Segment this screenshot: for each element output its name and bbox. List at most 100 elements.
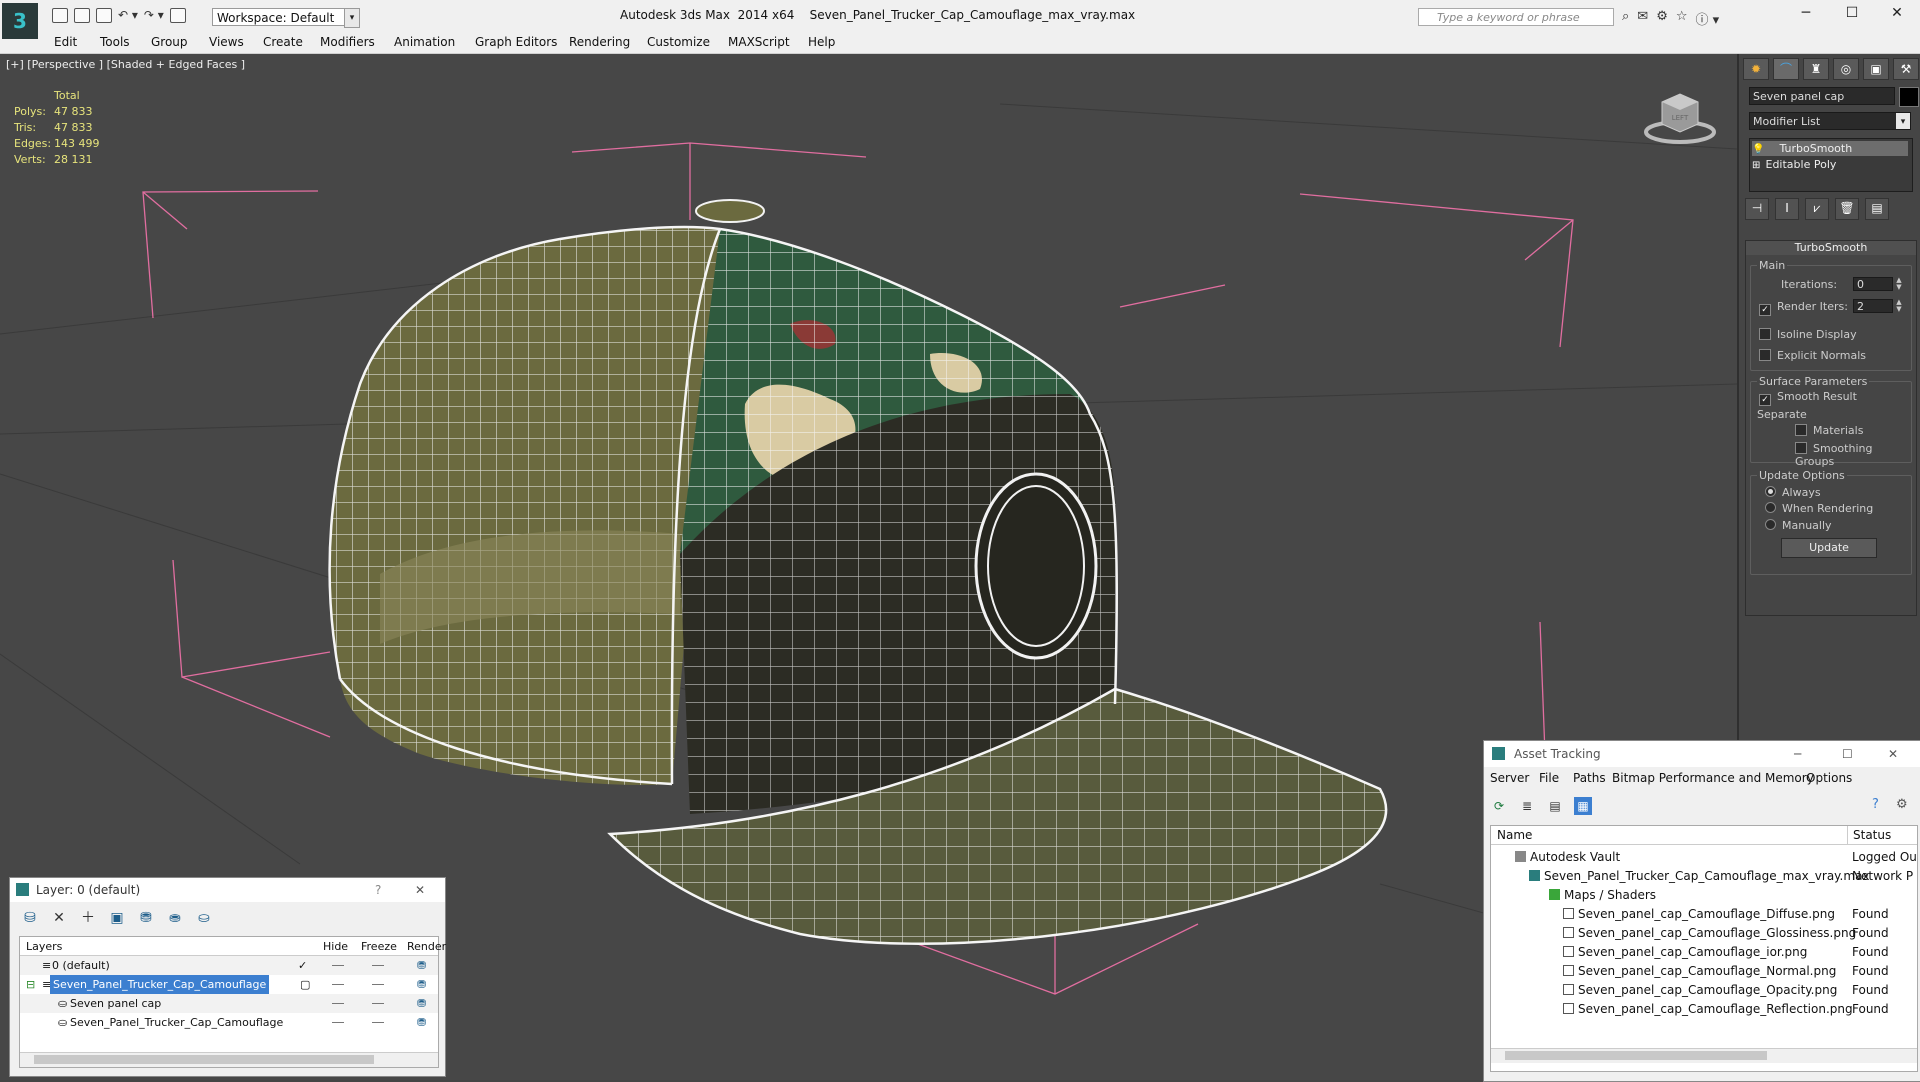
asset-menu-server[interactable]: Server bbox=[1490, 771, 1529, 785]
object-name-field[interactable]: Seven panel cap bbox=[1749, 87, 1895, 105]
materials-checkbox[interactable]: Materials bbox=[1795, 424, 1863, 437]
asset-row[interactable]: Seven_panel_cap_Camouflage_Reflection.pn… bbox=[1491, 1000, 1917, 1019]
binoculars-icon[interactable]: ⌕ bbox=[1622, 9, 1629, 28]
menu-maxscript[interactable]: MAXScript bbox=[728, 35, 790, 49]
rollout-title[interactable]: TurboSmooth bbox=[1746, 241, 1916, 255]
stack-item-turbosmooth[interactable]: 💡 TurboSmooth bbox=[1752, 141, 1908, 156]
asset-window-title-bar[interactable]: Asset Tracking ─ ☐ ✕ bbox=[1484, 741, 1920, 767]
configure-sets-icon[interactable]: ▤ bbox=[1865, 198, 1889, 220]
render-teapot-icon[interactable]: ⛃ bbox=[417, 994, 426, 1013]
open-file-icon[interactable] bbox=[74, 8, 90, 23]
scrollbar-thumb[interactable] bbox=[34, 1055, 374, 1064]
show-end-result-icon[interactable]: Ⅰ bbox=[1775, 198, 1799, 220]
manually-radio[interactable]: Manually bbox=[1765, 519, 1832, 532]
object-color-swatch[interactable] bbox=[1899, 87, 1919, 107]
freeze-all-layers-icon[interactable]: ⛀ bbox=[194, 908, 214, 928]
smoothing-groups-checkbox[interactable]: Smoothing Groups bbox=[1795, 442, 1911, 468]
asset-close-button[interactable]: ✕ bbox=[1888, 741, 1898, 767]
asset-menu-bitmap[interactable]: Bitmap Performance and Memory bbox=[1612, 771, 1814, 785]
workspace-expand-button[interactable]: ▾ bbox=[344, 8, 360, 28]
add-to-layer-icon[interactable]: ＋ bbox=[78, 908, 98, 928]
lightbulb-icon[interactable]: 💡 bbox=[1752, 142, 1764, 157]
redo-icon[interactable]: ↷ ▾ bbox=[144, 8, 164, 23]
menu-modifiers[interactable]: Modifiers bbox=[320, 35, 375, 49]
expand-icon[interactable]: ⊞ bbox=[1752, 158, 1762, 173]
add-selection-icon[interactable]: ▢ bbox=[300, 975, 310, 994]
workspace-dropdown[interactable]: Workspace: Default▾ bbox=[212, 8, 356, 26]
save-file-icon[interactable] bbox=[96, 8, 112, 23]
hide-all-layers-icon[interactable]: ⛂ bbox=[165, 908, 185, 928]
refresh-icon[interactable]: ⟳ bbox=[1490, 797, 1508, 815]
remove-modifier-icon[interactable]: 🗑 bbox=[1835, 198, 1859, 220]
scrollbar-thumb[interactable] bbox=[1505, 1051, 1767, 1060]
render-teapot-icon[interactable]: ⛃ bbox=[417, 1013, 426, 1032]
column-hide[interactable]: Hide bbox=[323, 940, 348, 953]
list-view-icon[interactable]: ≣ bbox=[1518, 797, 1536, 815]
iterations-spin-arrows[interactable]: ▲ ▼ bbox=[1894, 277, 1904, 291]
layer-window-title-bar[interactable]: Layer: 0 (default) ? ✕ bbox=[10, 878, 445, 902]
motion-tab-icon[interactable]: ◎ bbox=[1833, 58, 1859, 80]
pin-stack-icon[interactable]: ⊣ bbox=[1745, 198, 1769, 220]
render-teapot-icon[interactable]: ⛃ bbox=[417, 975, 426, 994]
asset-row[interactable]: Seven_panel_cap_Camouflage_Diffuse.png Fo… bbox=[1491, 905, 1917, 924]
column-layers[interactable]: Layers bbox=[26, 940, 62, 953]
search-input[interactable]: Type a keyword or phrase bbox=[1418, 8, 1614, 26]
new-file-icon[interactable] bbox=[52, 8, 68, 23]
asset-minimize-button[interactable]: ─ bbox=[1794, 741, 1801, 767]
help-icon[interactable]: ⓘ ▾ bbox=[1696, 9, 1720, 28]
layer-name[interactable]: 0 (default) bbox=[52, 956, 110, 975]
asset-row[interactable]: Seven_panel_cap_Camouflage_Opacity.png Fo… bbox=[1491, 981, 1917, 1000]
menu-edit[interactable]: Edit bbox=[54, 35, 77, 49]
object-name[interactable]: Seven panel cap bbox=[70, 994, 161, 1013]
when-rendering-radio[interactable]: When Rendering bbox=[1765, 502, 1873, 515]
highlight-layer-icon[interactable]: ⛃ bbox=[136, 908, 156, 928]
asset-menu-file[interactable]: File bbox=[1539, 771, 1559, 785]
expand-icon[interactable]: ⊟ bbox=[26, 975, 35, 994]
render-teapot-icon[interactable]: ⛃ bbox=[417, 956, 426, 975]
undo-icon[interactable]: ↶ ▾ bbox=[118, 8, 138, 23]
utilities-tab-icon[interactable]: ⚒ bbox=[1893, 58, 1919, 80]
app-logo-button[interactable]: 3 bbox=[2, 3, 38, 39]
modifier-list-dropdown[interactable]: Modifier List ▾ bbox=[1749, 112, 1911, 130]
menu-graph-editors[interactable]: Graph Editors bbox=[475, 35, 557, 49]
explicit-normals-checkbox[interactable]: Explicit Normals bbox=[1759, 349, 1866, 362]
delete-layer-icon[interactable]: ✕ bbox=[49, 908, 69, 928]
viewcube[interactable]: LEFT bbox=[1640, 88, 1720, 148]
render-iters-spinner[interactable]: 2 bbox=[1853, 299, 1893, 313]
object-name[interactable]: Seven_Panel_Trucker_Cap_Camouflage bbox=[70, 1013, 283, 1032]
update-button[interactable]: Update bbox=[1781, 538, 1877, 558]
column-status[interactable]: Status bbox=[1853, 828, 1891, 842]
iterations-spinner[interactable]: 0 bbox=[1853, 277, 1893, 291]
create-layer-icon[interactable]: ⛁ bbox=[20, 908, 40, 928]
render-iters-spin-arrows[interactable]: ▲ ▼ bbox=[1894, 299, 1904, 313]
asset-maximize-button[interactable]: ☐ bbox=[1842, 741, 1853, 767]
asset-menu-options[interactable]: Options bbox=[1806, 771, 1852, 785]
layer-row[interactable]: ⊟ ≡ Seven_Panel_Trucker_Cap_Camouflage ▢… bbox=[20, 975, 438, 994]
smooth-result-checkbox[interactable]: ✓ Smooth Result bbox=[1759, 390, 1857, 406]
select-in-layer-icon[interactable]: ▣ bbox=[107, 908, 127, 928]
stack-item-editable-poly[interactable]: ⊞ Editable Poly bbox=[1752, 157, 1908, 172]
menu-views[interactable]: Views bbox=[209, 35, 244, 49]
asset-row[interactable]: Seven_Panel_Trucker_Cap_Camouflage_max_v… bbox=[1491, 867, 1917, 886]
make-unique-icon[interactable]: ⩗ bbox=[1805, 198, 1829, 220]
menu-customize[interactable]: Customize bbox=[647, 35, 710, 49]
layer-name[interactable]: Seven_Panel_Trucker_Cap_Camouflage bbox=[50, 975, 270, 994]
asset-menu-paths[interactable]: Paths bbox=[1573, 771, 1606, 785]
asset-help-icon[interactable]: ? bbox=[1872, 797, 1879, 812]
modify-tab-icon[interactable]: ⌒ bbox=[1773, 58, 1799, 80]
layer-close-icon[interactable]: ✕ bbox=[415, 878, 425, 902]
always-radio[interactable]: Always bbox=[1765, 486, 1821, 499]
display-tab-icon[interactable]: ▣ bbox=[1863, 58, 1889, 80]
minimize-button[interactable]: ─ bbox=[1783, 5, 1829, 21]
object-row[interactable]: ⛀ Seven panel cap ⛃ bbox=[20, 994, 438, 1013]
menu-animation[interactable]: Animation bbox=[394, 35, 455, 49]
asset-vault-icon[interactable]: ⚙ bbox=[1896, 797, 1908, 812]
object-row[interactable]: ⛀ Seven_Panel_Trucker_Cap_Camouflage ⛃ bbox=[20, 1013, 438, 1032]
create-tab-icon[interactable]: ✹ bbox=[1743, 58, 1769, 80]
render-iters-checkbox[interactable]: ✓ Render Iters: bbox=[1759, 300, 1848, 316]
asset-horizontal-scrollbar[interactable] bbox=[1491, 1048, 1917, 1063]
current-layer-check-icon[interactable]: ✓ bbox=[298, 956, 307, 975]
asset-row[interactable]: Seven_panel_cap_Camouflage_Normal.png Fou… bbox=[1491, 962, 1917, 981]
asset-row[interactable]: Seven_panel_cap_Camouflage_Glossiness.pn… bbox=[1491, 924, 1917, 943]
subscription-icon[interactable]: ⚙ bbox=[1656, 9, 1668, 28]
